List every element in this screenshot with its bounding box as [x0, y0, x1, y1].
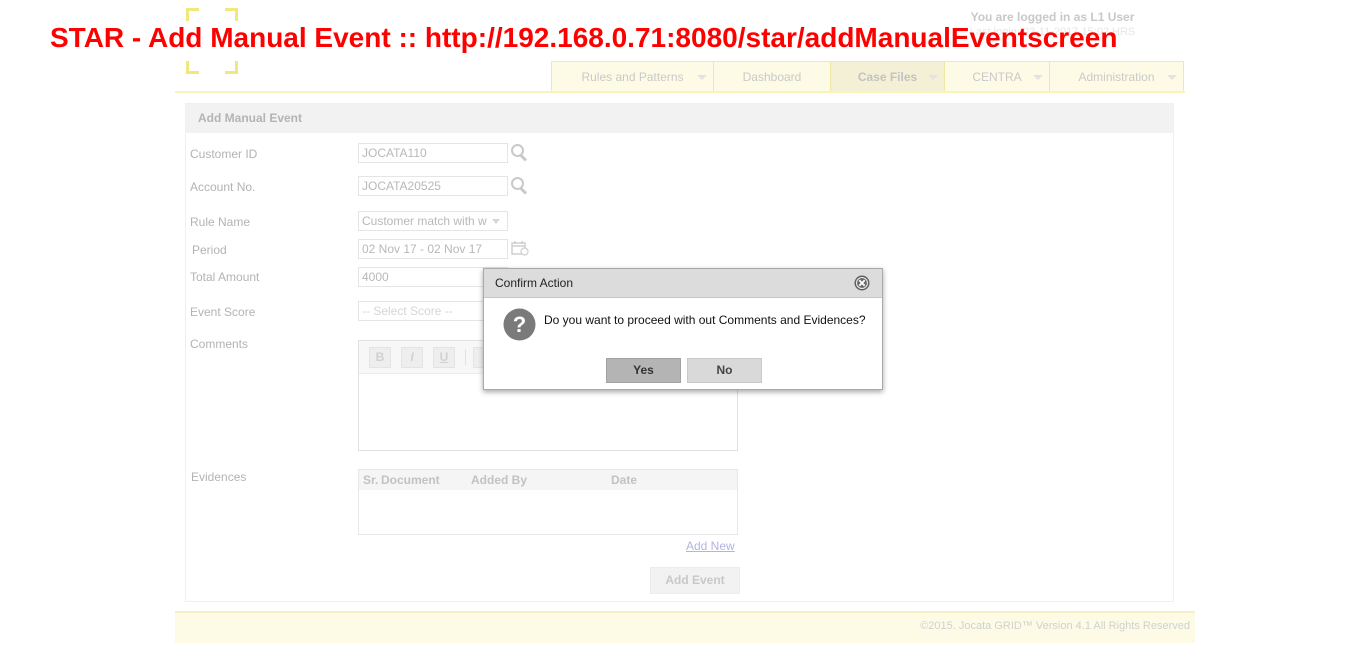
close-icon[interactable] — [854, 275, 870, 291]
chevron-down-icon — [492, 219, 500, 224]
tab-label: Case Files — [857, 69, 918, 84]
evidences-table-header: Sr. Document Added By Date — [359, 470, 737, 490]
toolbar-divider — [465, 349, 466, 365]
evidences-table: Sr. Document Added By Date — [358, 469, 738, 535]
logo-corner — [186, 8, 199, 21]
italic-button[interactable]: I — [401, 347, 423, 368]
logo-corner — [225, 61, 238, 74]
column-added-by: Added By — [471, 473, 528, 487]
account-no-field[interactable]: JOCATA20525 — [358, 176, 508, 196]
no-button[interactable]: No — [687, 358, 762, 383]
yes-button[interactable]: Yes — [606, 358, 681, 383]
tab-label: Rules and Patterns — [581, 69, 684, 84]
tab-label: Dashboard — [742, 69, 802, 84]
event-score-label: Event Score — [190, 305, 256, 319]
column-date: Date — [611, 473, 638, 487]
svg-text:?: ? — [513, 312, 526, 337]
search-icon[interactable] — [511, 177, 528, 195]
customer-id-field[interactable]: JOCATA110 — [358, 143, 508, 163]
rule-name-value: Customer match with w — [362, 214, 487, 228]
tab-label: CENTRA — [972, 69, 1022, 84]
calendar-icon[interactable] — [511, 240, 529, 256]
customer-id-label: Customer ID — [190, 147, 258, 161]
dialog-title: Confirm Action — [495, 276, 574, 290]
tab-label: Administration — [1078, 69, 1155, 84]
chevron-down-icon — [697, 75, 707, 80]
tab-centra[interactable]: CENTRA — [945, 62, 1050, 91]
bold-button[interactable]: B — [369, 347, 391, 368]
panel-title: Add Manual Event — [186, 104, 1173, 133]
tab-case-files[interactable]: Case Files — [831, 62, 945, 91]
chevron-down-icon — [1167, 75, 1177, 80]
chevron-down-icon — [928, 75, 938, 80]
rule-name-select[interactable]: Customer match with w — [358, 211, 508, 231]
logo-corner — [225, 8, 238, 21]
column-sr: Sr. — [363, 473, 379, 487]
app-page: You are logged in as L1 User Last login:… — [0, 0, 1349, 658]
account-no-label: Account No. — [190, 180, 256, 194]
period-label: Period — [192, 243, 227, 257]
search-icon[interactable] — [511, 144, 528, 162]
main-nav: Rules and Patterns Dashboard Case Files … — [551, 61, 1184, 92]
event-score-placeholder: -- Select Score -- — [362, 304, 453, 318]
evidences-label: Evidences — [191, 470, 247, 484]
period-field[interactable]: 02 Nov 17 - 02 Nov 17 — [358, 239, 508, 259]
tab-administration[interactable]: Administration — [1050, 62, 1183, 91]
column-document: Document — [381, 473, 440, 487]
copyright-text: ©2015. Jocata GRID™ Version 4.1 All Righ… — [920, 620, 1190, 632]
nav-underline — [175, 91, 1185, 93]
logo-corner — [186, 61, 199, 74]
tab-rules-and-patterns[interactable]: Rules and Patterns — [552, 62, 714, 91]
footer: ©2015. Jocata GRID™ Version 4.1 All Righ… — [175, 611, 1195, 643]
dialog-header: Confirm Action — [484, 269, 882, 298]
rule-name-label: Rule Name — [190, 215, 251, 229]
page-title: STAR - Add Manual Event :: http://192.16… — [50, 22, 1118, 53]
confirm-action-dialog: Confirm Action ? Do you want to proceed … — [483, 268, 883, 390]
underline-button[interactable]: U — [433, 347, 455, 368]
chevron-down-icon — [1033, 75, 1043, 80]
tab-dashboard[interactable]: Dashboard — [714, 62, 831, 91]
total-amount-label: Total Amount — [190, 270, 260, 284]
question-icon: ? — [503, 308, 536, 341]
comments-label: Comments — [190, 337, 249, 351]
add-new-link[interactable]: Add New — [686, 539, 735, 553]
dialog-message: Do you want to proceed with out Comments… — [544, 313, 866, 327]
add-event-button[interactable]: Add Event — [650, 567, 740, 594]
